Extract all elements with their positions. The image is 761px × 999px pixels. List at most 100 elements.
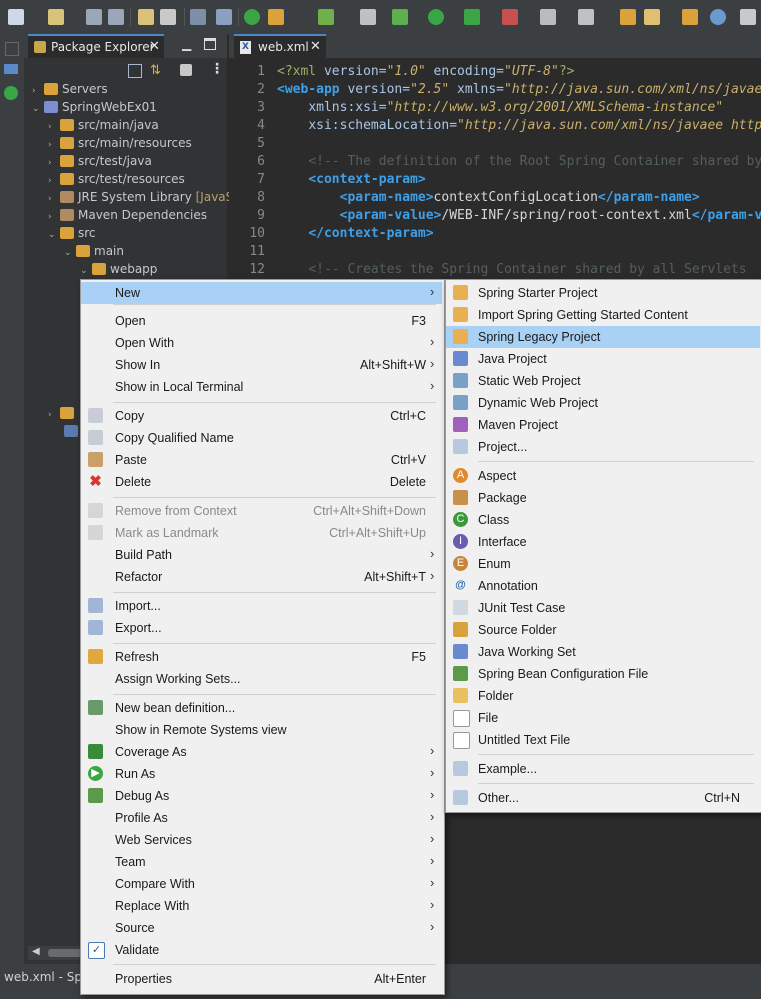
menu-item-show-in-remote-systems-view[interactable]: Show in Remote Systems view — [81, 719, 442, 741]
build-icon[interactable] — [138, 9, 154, 25]
new-item-source-folder[interactable]: Source Folder — [446, 619, 760, 641]
tree-item-src-test-resources[interactable]: › src/test/resources — [48, 172, 185, 190]
tree-item-webapp[interactable]: ⌄ webapp — [80, 262, 157, 280]
globe-icon[interactable] — [710, 9, 726, 25]
bean-toolbar-icon[interactable] — [360, 9, 376, 25]
tree-item-target[interactable]: › — [48, 406, 78, 424]
menu-item-delete[interactable]: ✖ Delete Delete — [81, 471, 442, 493]
tree-item-maven-deps[interactable]: › Maven Dependencies — [48, 208, 207, 226]
tree-item-src-main-java[interactable]: › src/main/java — [48, 118, 159, 136]
menu-item-copy[interactable]: Copy Ctrl+C — [81, 405, 442, 427]
new-item-dynamic-web-project[interactable]: Dynamic Web Project — [446, 392, 760, 414]
search-folder-icon[interactable] — [682, 9, 698, 25]
terminal-icon[interactable] — [190, 9, 206, 25]
menu-item-properties[interactable]: Properties Alt+Enter — [81, 968, 442, 990]
menu-item-source[interactable]: Source › — [81, 917, 442, 939]
menu-item-debug-as[interactable]: Debug As › — [81, 785, 442, 807]
coverage-toolbar-icon[interactable] — [464, 9, 480, 25]
close-icon[interactable]: ✕ — [149, 39, 160, 54]
back-icon[interactable] — [740, 9, 756, 25]
boot-dashboard-trim-icon[interactable] — [4, 86, 18, 100]
expand-arrow-icon[interactable]: › — [48, 158, 60, 168]
menu-item-copy-qualified-name[interactable]: Copy Qualified Name — [81, 427, 442, 449]
expand-arrow-icon[interactable]: › — [32, 86, 44, 96]
new-item-static-web-project[interactable]: Static Web Project — [446, 370, 760, 392]
new-item-untitled-text-file[interactable]: Untitled Text File — [446, 729, 760, 751]
expand-arrow-icon[interactable]: › — [48, 122, 60, 132]
new-item-java-project[interactable]: Java Project — [446, 348, 760, 370]
menu-item-refresh[interactable]: Refresh F5 — [81, 646, 442, 668]
minimize-icon[interactable]: ▁ — [182, 37, 191, 51]
close-icon[interactable]: ✕ — [310, 39, 321, 54]
expand-arrow-icon[interactable]: ⌄ — [64, 248, 76, 258]
menu-item-validate[interactable]: ✓ Validate — [81, 939, 442, 961]
menu-item-show-in[interactable]: Show In Alt+Shift+W › — [81, 354, 442, 376]
new-item-java-working-set[interactable]: Java Working Set — [446, 641, 760, 663]
external-tools-icon[interactable] — [502, 9, 518, 25]
new-item-class[interactable]: C Class — [446, 509, 760, 531]
menu-item-coverage-as[interactable]: Coverage As › — [81, 741, 442, 763]
new-item-aspect[interactable]: A Aspect — [446, 465, 760, 487]
link-editor-icon[interactable]: ⇅ — [150, 63, 161, 78]
tree-item-src-test-java[interactable]: › src/test/java — [48, 154, 152, 172]
maximize-icon[interactable] — [204, 38, 216, 50]
new-item-folder[interactable]: Folder — [446, 685, 760, 707]
tree-item-src-main-resources[interactable]: › src/main/resources — [48, 136, 192, 154]
expand-arrow-icon[interactable]: ⌄ — [48, 230, 60, 240]
menu-item-open[interactable]: Open F3 — [81, 310, 442, 332]
new-item-enum[interactable]: E Enum — [446, 553, 760, 575]
debug-toolbar-icon[interactable] — [392, 9, 408, 25]
save-icon[interactable] — [86, 9, 102, 25]
new-item-other[interactable]: Other... Ctrl+N — [446, 787, 760, 809]
open-type-icon[interactable] — [578, 9, 594, 25]
new-item-package[interactable]: Package — [446, 487, 760, 509]
new-icon[interactable] — [8, 9, 24, 25]
new-item-example[interactable]: Example... — [446, 758, 760, 780]
expand-arrow-icon[interactable]: › — [48, 194, 60, 204]
spring-icon[interactable] — [268, 9, 284, 25]
new-item-spring-legacy-project[interactable]: Spring Legacy Project — [446, 326, 760, 348]
expand-arrow-icon[interactable]: › — [48, 410, 60, 420]
open-folder-icon[interactable] — [620, 9, 636, 25]
new-item-project[interactable]: Project... — [446, 436, 760, 458]
new-item-file[interactable]: File — [446, 707, 760, 729]
menu-item-build-path[interactable]: Build Path › — [81, 544, 442, 566]
run-toolbar-icon[interactable] — [428, 9, 444, 25]
menu-item-run-as[interactable]: ▶ Run As › — [81, 763, 442, 785]
tree-item-project[interactable]: ⌄ SpringWebEx01 — [32, 100, 157, 118]
menu-item-assign-working-sets[interactable]: Assign Working Sets... — [81, 668, 442, 690]
tree-item-src[interactable]: ⌄ src — [48, 226, 96, 244]
view-menu-icon[interactable]: ⋮ — [210, 61, 224, 77]
menu-item-refactor[interactable]: Refactor Alt+Shift+T › — [81, 566, 442, 588]
tab-web-xml[interactable]: X web.xml ✕ — [234, 34, 326, 58]
expand-arrow-icon[interactable]: › — [48, 176, 60, 186]
menu-item-replace-with[interactable]: Replace With › — [81, 895, 442, 917]
menu-item-show-in-local-terminal[interactable]: Show in Local Terminal › — [81, 376, 442, 398]
menu-item-compare-with[interactable]: Compare With › — [81, 873, 442, 895]
menu-item-profile-as[interactable]: Profile As › — [81, 807, 442, 829]
filter-icon[interactable] — [180, 64, 192, 76]
hierarchy-icon[interactable] — [4, 64, 18, 74]
new-item-import-spring-getting-started-content[interactable]: Import Spring Getting Started Content — [446, 304, 760, 326]
collapse-all-icon[interactable] — [128, 64, 142, 78]
restore-icon[interactable] — [5, 42, 19, 56]
tree-item-main[interactable]: ⌄ main — [64, 244, 124, 262]
save-all-icon[interactable] — [108, 9, 124, 25]
menu-item-export[interactable]: Export... — [81, 617, 442, 639]
expand-arrow-icon[interactable]: › — [48, 212, 60, 222]
new-item-junit-test-case[interactable]: JUnit Test Case — [446, 597, 760, 619]
refresh-spring-icon[interactable] — [318, 9, 334, 25]
stop-icon[interactable] — [540, 9, 556, 25]
expand-arrow-icon[interactable]: ⌄ — [80, 266, 92, 276]
tree-item-servers[interactable]: › Servers — [32, 82, 108, 100]
new-item-interface[interactable]: I Interface — [446, 531, 760, 553]
brush-icon[interactable] — [644, 9, 660, 25]
expand-arrow-icon[interactable]: › — [48, 140, 60, 150]
scroll-left-icon[interactable]: ◀ — [32, 946, 40, 957]
tab-package-explorer[interactable]: Package Explorer ✕ — [28, 34, 164, 58]
new-project-icon[interactable] — [48, 9, 64, 25]
tree-item-jre-library[interactable]: › JRE System Library [JavaSE — [48, 190, 241, 208]
menu-item-import[interactable]: Import... — [81, 595, 442, 617]
menu-item-new[interactable]: New › — [81, 282, 442, 304]
expand-arrow-icon[interactable]: ⌄ — [32, 104, 44, 114]
